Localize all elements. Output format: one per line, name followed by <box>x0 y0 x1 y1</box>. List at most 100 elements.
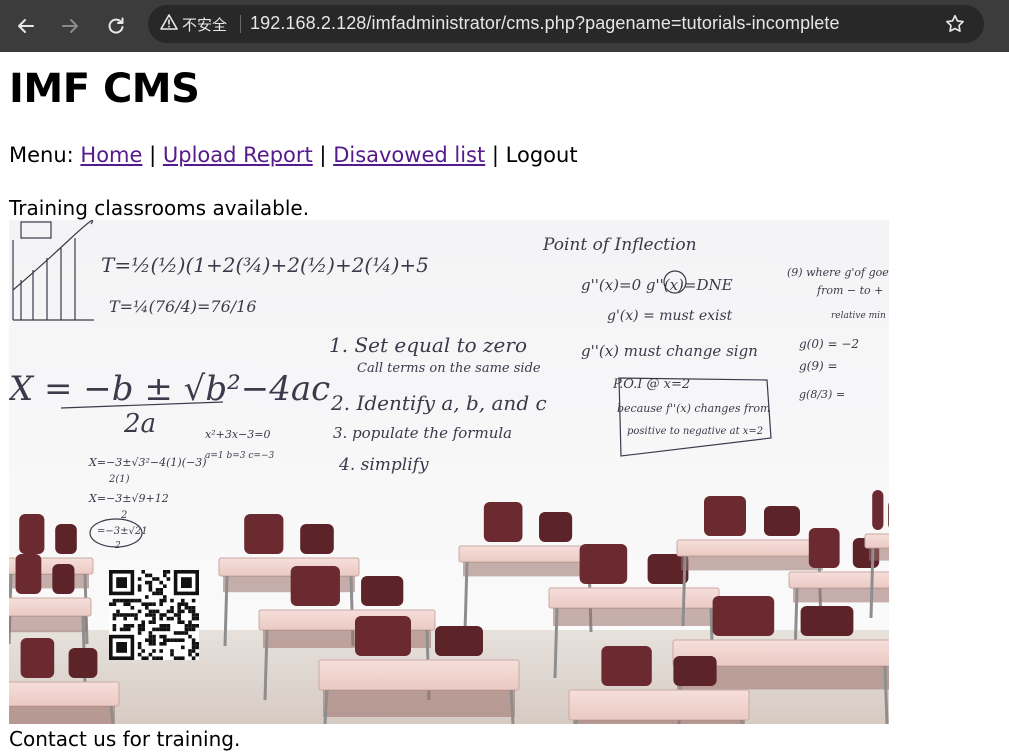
qr-code-module <box>188 649 192 653</box>
qr-code-module <box>141 570 145 574</box>
qr-code-module <box>152 634 156 639</box>
url-text[interactable]: 192.168.2.128/imfadministrator/cms.php?p… <box>250 13 840 34</box>
qr-code-module <box>181 631 185 635</box>
menu-separator: | <box>312 143 334 167</box>
qr-code-module <box>152 591 156 596</box>
qr-code-module <box>116 609 120 614</box>
qr-code-module <box>145 656 149 660</box>
chair <box>764 506 800 536</box>
desk <box>9 597 92 617</box>
qr-code-module <box>145 606 149 610</box>
address-divider <box>240 15 241 33</box>
chair <box>244 514 284 554</box>
address-bar[interactable]: 不安全 192.168.2.128/imfadministrator/cms.p… <box>148 5 984 43</box>
whiteboard-formula: 2a <box>123 409 156 439</box>
qr-code-module <box>170 609 174 614</box>
menu-link-home[interactable]: Home <box>80 143 142 167</box>
desk-leg <box>323 689 329 724</box>
page-title: IMF CMS <box>9 66 200 112</box>
qr-code-module <box>127 602 131 606</box>
chair <box>15 554 42 594</box>
qr-code-module <box>166 624 171 628</box>
classroom-image: T=½(½)(1+2(¾)+2(½)+2(¼)+5 T=¼(76/4)=76/16… <box>9 220 889 724</box>
qr-code-module <box>137 642 142 646</box>
qr-code-module <box>166 616 171 621</box>
menu-prefix: Menu: <box>9 143 81 167</box>
whiteboard-formula: T=¼(76/4)=76/16 <box>109 297 257 316</box>
chair <box>55 524 77 554</box>
qr-code-module <box>152 620 156 624</box>
qr-code-module <box>191 642 196 646</box>
qr-code-module <box>145 638 149 642</box>
qr-code-module <box>130 598 135 603</box>
reload-icon[interactable] <box>98 8 134 44</box>
whiteboard-step: 2. Identify a, b, and c <box>330 391 547 415</box>
whiteboard-note: g''(x) must change sign <box>581 342 758 360</box>
back-arrow-icon[interactable] <box>8 8 44 44</box>
menu-separator: | <box>485 143 506 167</box>
desk <box>318 659 520 691</box>
qr-code-module <box>159 642 163 646</box>
qr-code-module <box>141 649 145 653</box>
qr-code-module <box>163 613 167 617</box>
forward-arrow-icon[interactable] <box>52 8 88 44</box>
qr-code-module <box>152 656 156 660</box>
qr-code-module <box>148 584 153 588</box>
whiteboard-note: g(8/3) = <box>799 388 845 401</box>
chair <box>483 502 523 542</box>
desk-shadow <box>573 720 745 724</box>
star-icon[interactable] <box>944 13 966 40</box>
qr-code-module <box>152 638 156 642</box>
qr-code-module <box>163 584 167 588</box>
qr-code-module <box>123 598 127 603</box>
security-indicator[interactable]: 不安全 <box>160 12 227 36</box>
qr-code-module <box>123 616 127 621</box>
whiteboard-formula: X=−3±√3²−4(1)(−3) <box>88 456 207 469</box>
chair <box>361 576 404 606</box>
qr-code-module <box>134 613 138 617</box>
qr-code-module <box>159 602 163 606</box>
qr-code-module <box>119 613 124 617</box>
chair <box>808 528 840 568</box>
whiteboard-formula: 2 <box>114 541 121 551</box>
qr-code-module <box>195 642 199 646</box>
qr-code-module <box>145 613 149 617</box>
qr-code-module <box>127 624 131 628</box>
whiteboard-note: g''(x)=0 g''(x)=DNE <box>581 276 733 294</box>
chair <box>355 616 411 656</box>
qr-code-module <box>191 606 196 610</box>
qr-code-module <box>195 616 199 621</box>
chair <box>68 648 98 678</box>
qr-code-module <box>130 606 135 610</box>
qr-code-module <box>159 616 163 621</box>
whiteboard-step: 4. simplify <box>338 455 429 475</box>
qr-code-module <box>137 624 142 628</box>
qr-code-module <box>188 624 192 628</box>
desk-leg <box>883 665 889 724</box>
qr-code-module <box>181 656 185 660</box>
desk-leg <box>223 575 229 647</box>
menu-item-logout: Logout <box>505 143 578 167</box>
menu-link-disavowed-list[interactable]: Disavowed list <box>333 143 485 167</box>
menu-link-upload-report[interactable]: Upload Report <box>163 143 313 167</box>
qr-code-module <box>188 606 192 610</box>
qr-code-module <box>191 616 196 621</box>
whiteboard-note: g(0) = −2 <box>799 337 859 351</box>
chair <box>539 512 573 542</box>
qr-code-module <box>119 627 124 632</box>
qr-code-module <box>195 613 199 617</box>
qr-code-module <box>159 580 163 585</box>
qr-code-module <box>191 645 196 650</box>
qr-code-module <box>123 613 127 617</box>
qr-code-module <box>163 627 167 632</box>
qr-code-module <box>191 649 196 653</box>
qr-code-module <box>177 620 181 624</box>
chair <box>19 514 45 554</box>
qr-code-module <box>112 613 117 617</box>
qr-code-module <box>148 613 153 617</box>
desk-shadow <box>681 556 823 571</box>
qr-code-module <box>134 598 138 603</box>
qr-code-module <box>148 631 153 635</box>
qr-code-module <box>177 613 181 617</box>
chair <box>704 496 746 536</box>
